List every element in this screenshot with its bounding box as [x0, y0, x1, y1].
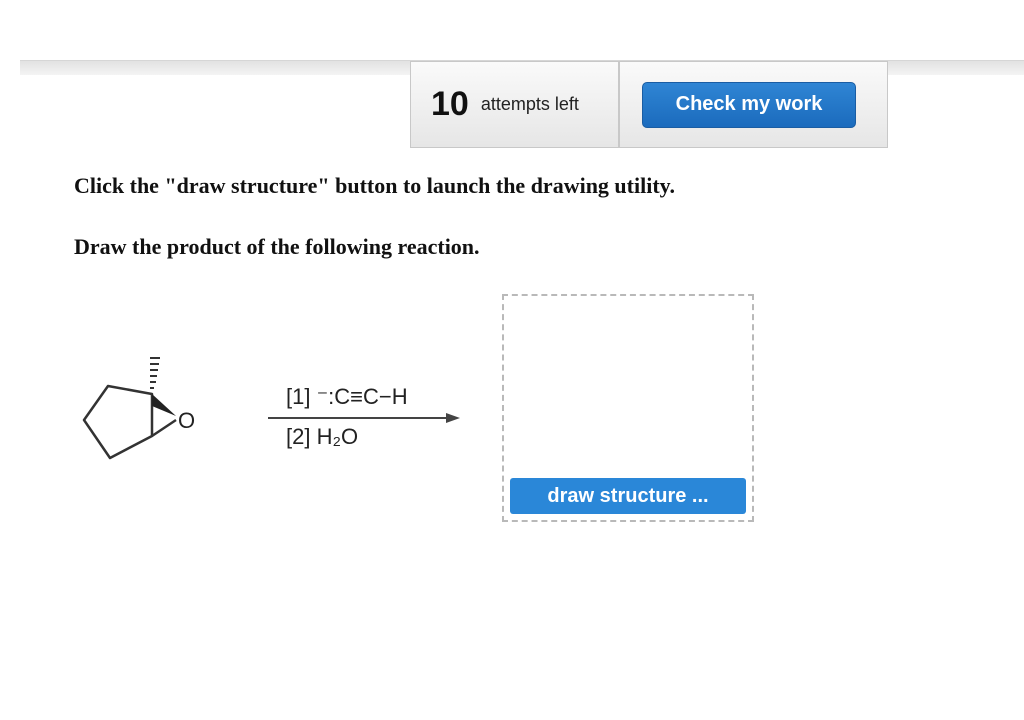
reagent-step-1: [1] ⁻:C≡C−H	[286, 384, 408, 409]
attempts-toolbar: 10 attempts left Check my work	[410, 61, 888, 148]
check-work-container: Check my work	[620, 62, 887, 147]
oxygen-atom-label: O	[178, 408, 195, 433]
epoxide-c-o-bond	[151, 418, 177, 438]
cyclopentane-ring	[82, 384, 154, 460]
attempts-counter: 10 attempts left	[411, 62, 620, 147]
instruction-launch-utility: Click the "draw structure" button to lau…	[74, 173, 675, 198]
check-my-work-button[interactable]: Check my work	[642, 81, 856, 128]
wedge-bond-to-oxygen	[152, 394, 176, 416]
starting-material-epoxide: O	[82, 357, 195, 460]
reagent-step-2: [2] H₂O	[286, 424, 359, 449]
attempts-count: 10	[431, 85, 469, 123]
attempts-label: attempts left	[480, 94, 579, 114]
instruction-draw-product: Draw the product of the following reacti…	[74, 234, 480, 259]
hashed-methyl-bond	[150, 357, 160, 389]
draw-structure-button[interactable]: draw structure ...	[510, 478, 746, 514]
